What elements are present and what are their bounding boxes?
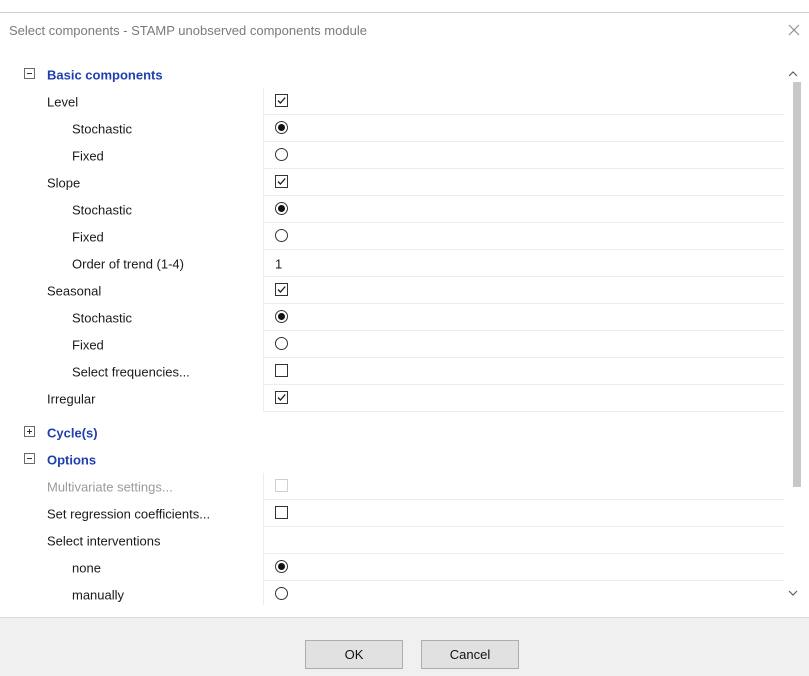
label-seasonal-fixed: Fixed [72, 337, 104, 352]
irregular-checkbox[interactable] [275, 391, 288, 404]
interventions-manually-radio[interactable] [275, 587, 288, 600]
components-grid: Basic components Level Stochastic Fixed … [9, 60, 809, 605]
level-checkbox[interactable] [275, 94, 288, 107]
seasonal-checkbox[interactable] [275, 283, 288, 296]
row-order-of-trend: Order of trend (1-4) 1 [9, 250, 784, 277]
cancel-button[interactable]: Cancel [421, 640, 519, 669]
row-level: Level [9, 88, 784, 115]
level-stochastic-radio[interactable] [275, 121, 288, 134]
group-title-options: Options [47, 452, 97, 467]
label-order-of-trend: Order of trend (1-4) [72, 256, 184, 271]
label-slope-fixed: Fixed [72, 229, 104, 244]
row-select-interventions: Select interventions [9, 527, 784, 554]
minus-box-icon[interactable] [24, 453, 35, 464]
row-interventions-none: none [9, 554, 784, 581]
row-seasonal: Seasonal [9, 277, 784, 304]
label-seasonal-stochastic: Stochastic [72, 310, 132, 325]
title-bar: Select components - STAMP unobserved com… [0, 12, 809, 52]
row-multivariate-settings: Multivariate settings... [9, 473, 784, 500]
row-seasonal-stochastic: Stochastic [9, 304, 784, 331]
group-basic-components[interactable]: Basic components [9, 61, 784, 88]
label-level-stochastic: Stochastic [72, 121, 132, 136]
row-seasonal-fixed: Fixed [9, 331, 784, 358]
multivariate-settings-checkbox [275, 479, 288, 492]
level-fixed-radio[interactable] [275, 148, 288, 161]
row-slope-fixed: Fixed [9, 223, 784, 250]
slope-fixed-radio[interactable] [275, 229, 288, 242]
group-title-cycles: Cycle(s) [47, 425, 98, 440]
label-multivariate-settings: Multivariate settings... [47, 479, 173, 494]
scroll-up-button[interactable] [784, 64, 802, 80]
chevron-up-icon [788, 65, 798, 80]
slope-stochastic-radio[interactable] [275, 202, 288, 215]
label-seasonal: Seasonal [47, 283, 102, 298]
label-level: Level [47, 94, 79, 109]
group-options[interactable]: Options [9, 446, 784, 473]
ok-button[interactable]: OK [305, 640, 403, 669]
close-button[interactable] [779, 17, 809, 45]
minus-box-icon[interactable] [24, 68, 35, 79]
row-level-fixed: Fixed [9, 142, 784, 169]
group-cycles[interactable]: Cycle(s) [9, 419, 784, 446]
chevron-down-icon [788, 584, 798, 599]
row-select-frequencies: Select frequencies... [9, 358, 784, 385]
regression-coefficients-checkbox[interactable] [275, 506, 288, 519]
row-irregular: Irregular [9, 385, 784, 412]
order-of-trend-value[interactable]: 1 [275, 256, 282, 271]
dialog-footer: OK Cancel [0, 617, 809, 676]
seasonal-fixed-radio[interactable] [275, 337, 288, 350]
vertical-scrollbar[interactable] [784, 60, 802, 605]
slope-checkbox[interactable] [275, 175, 288, 188]
label-regression-coefficients: Set regression coefficients... [47, 506, 211, 521]
row-level-stochastic: Stochastic [9, 115, 784, 142]
scroll-down-button[interactable] [784, 583, 802, 599]
label-slope: Slope [47, 175, 81, 190]
label-slope-stochastic: Stochastic [72, 202, 132, 217]
scroll-thumb[interactable] [793, 82, 801, 487]
row-interventions-manually: manually [9, 581, 784, 605]
label-interventions-manually: manually [72, 587, 125, 602]
seasonal-stochastic-radio[interactable] [275, 310, 288, 323]
row-regression-coefficients: Set regression coefficients... [9, 500, 784, 527]
interventions-none-radio[interactable] [275, 560, 288, 573]
row-slope: Slope [9, 169, 784, 196]
select-frequencies-checkbox[interactable] [275, 364, 288, 377]
window-title: Select components - STAMP unobserved com… [9, 23, 367, 38]
label-select-frequencies: Select frequencies... [72, 364, 190, 379]
label-interventions-none: none [72, 560, 101, 575]
plus-box-icon[interactable] [24, 426, 35, 437]
label-level-fixed: Fixed [72, 148, 104, 163]
label-select-interventions: Select interventions [47, 533, 161, 548]
group-title-basic: Basic components [47, 67, 163, 82]
label-irregular: Irregular [47, 391, 96, 406]
row-slope-stochastic: Stochastic [9, 196, 784, 223]
close-icon [788, 24, 800, 39]
